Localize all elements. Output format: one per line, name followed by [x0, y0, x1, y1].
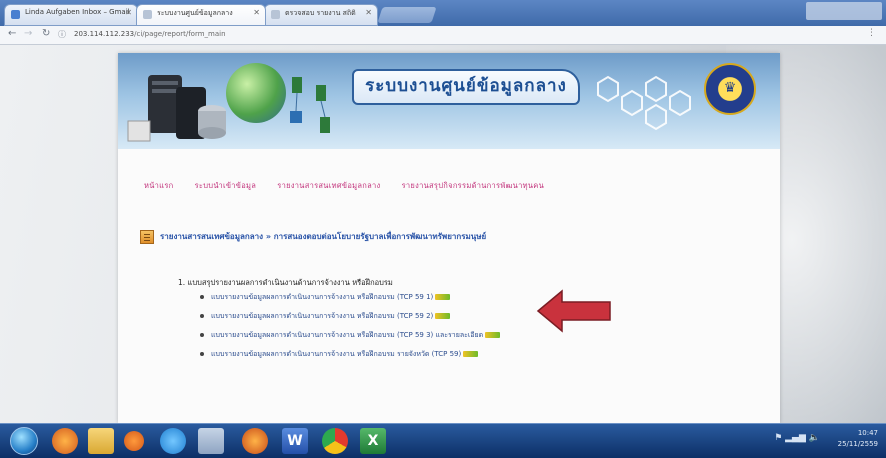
- clock[interactable]: 10:47 25/11/2559: [838, 428, 878, 454]
- browser-tab[interactable]: Linda Aufgaben Inbox – Gmail ✕: [4, 4, 138, 26]
- network-icon[interactable]: ▂▄▆: [785, 433, 806, 443]
- site-container: ระบบงานศูนย์ข้อมูลกลาง ♛ หน้าแรก ระบบนำเ…: [118, 53, 780, 423]
- nav-item-summary[interactable]: รายงานสรุปกิจกรรมด้านการพัฒนาทุนคน: [402, 180, 544, 192]
- chrome-icon[interactable]: [322, 428, 348, 454]
- list-item: แบบรายงานข้อมูลผลการดำเนินงานการจ้างงาน …: [200, 292, 500, 311]
- browser-tab-strip: Linda Aufgaben Inbox – Gmail ✕ ระบบงานศู…: [0, 0, 886, 26]
- taskbar: W X ⚑ ▂▄▆ 🔈 10:47 25/11/2559: [0, 423, 886, 458]
- bullet-icon: [200, 333, 204, 337]
- browser-tab-active[interactable]: ระบบงานศูนย์ข้อมูลกลาง ✕: [136, 4, 266, 26]
- excel-icon[interactable]: X: [360, 428, 386, 454]
- reload-icon[interactable]: ↻: [42, 28, 50, 39]
- browser-tab[interactable]: ตรวจสอบ รายงาน สถิติ ✕: [264, 4, 378, 26]
- media-icon[interactable]: [124, 431, 144, 451]
- report-link[interactable]: แบบรายงานข้อมูลผลการดำเนินงานการจ้างงาน …: [211, 331, 483, 339]
- new-badge-icon: [435, 294, 451, 300]
- tab-favicon-icon: [11, 10, 20, 19]
- bullet-icon: [200, 295, 204, 299]
- address-host: 203.114.112.233: [74, 30, 135, 38]
- start-button[interactable]: [10, 427, 38, 455]
- close-icon[interactable]: ✕: [253, 8, 260, 17]
- list-item: แบบรายงานข้อมูลผลการดำเนินงานการจ้างงาน …: [200, 349, 500, 368]
- nav-item-home[interactable]: หน้าแรก: [144, 180, 174, 192]
- report-title: รายงานสารสนเทศข้อมูลกลาง » การสนองตอบต่อ…: [140, 226, 486, 245]
- browser-menu-icon[interactable]: ⋮: [867, 28, 876, 38]
- server-stack-icon: [127, 75, 226, 142]
- banner-title: ระบบงานศูนย์ข้อมูลกลาง: [352, 69, 580, 105]
- section-heading: 1. แบบสรุปรายงานผลการดำเนินงานด้านการจ้า…: [178, 278, 393, 287]
- list-item: แบบรายงานข้อมูลผลการดำเนินงานการจ้างงาน …: [200, 311, 500, 330]
- nav-item-import[interactable]: ระบบนำเข้าข้อมูล: [195, 180, 257, 192]
- tab-favicon-icon: [143, 10, 152, 19]
- new-badge-icon: [463, 351, 479, 357]
- explorer-folder-icon[interactable]: [88, 428, 114, 454]
- clock-time: 10:47: [857, 429, 878, 437]
- report-link[interactable]: แบบรายงานข้อมูลผลการดำเนินงานการจ้างงาน …: [211, 312, 433, 320]
- back-icon[interactable]: ←: [8, 28, 16, 39]
- tab-label: ระบบงานศูนย์ข้อมูลกลาง: [157, 9, 233, 17]
- hexagon-pattern: [597, 75, 691, 131]
- new-tab-button[interactable]: [377, 7, 437, 23]
- site-banner: ระบบงานศูนย์ข้อมูลกลาง ♛: [118, 53, 780, 149]
- forward-icon[interactable]: →: [24, 28, 32, 39]
- browser-toolbar: ← → ↻ ⓘ 203.114.112.233/ci/page/report/f…: [0, 26, 886, 45]
- nav-item-reports[interactable]: รายงานสารสนเทศข้อมูลกลาง: [277, 180, 380, 192]
- new-badge-icon: [485, 332, 501, 338]
- firefox-icon[interactable]: [242, 428, 268, 454]
- close-icon[interactable]: ✕: [365, 8, 372, 17]
- firefox-icon[interactable]: [52, 428, 78, 454]
- bullet-icon: [200, 352, 204, 356]
- page-info-icon[interactable]: ⓘ: [58, 29, 66, 40]
- window-controls[interactable]: [806, 2, 882, 20]
- network-nodes-icon: [290, 77, 330, 133]
- site-nav: หน้าแรก ระบบนำเข้าข้อมูล รายงานสารสนเทศข…: [144, 173, 560, 192]
- skype-icon[interactable]: [160, 428, 186, 454]
- tab-favicon-icon: [271, 10, 280, 19]
- report-link[interactable]: แบบรายงานข้อมูลผลการดำเนินงานการจ้างงาน …: [211, 350, 461, 358]
- address-bar[interactable]: 203.114.112.233/ci/page/report/form_main: [74, 28, 774, 41]
- volume-icon[interactable]: 🔈: [809, 433, 820, 443]
- red-arrow-icon: [536, 289, 611, 333]
- report-document-icon: [140, 229, 154, 244]
- clock-date: 25/11/2559: [837, 440, 878, 448]
- system-tray: ⚑ ▂▄▆ 🔈: [774, 433, 820, 443]
- tab-label: ตรวจสอบ รายงาน สถิติ: [285, 9, 356, 17]
- address-path: /ci/page/report/form_main: [134, 30, 226, 38]
- new-badge-icon: [435, 313, 451, 319]
- report-list: แบบรายงานข้อมูลผลการดำเนินงานการจ้างงาน …: [200, 292, 501, 368]
- page-viewport: ระบบงานศูนย์ข้อมูลกลาง ♛ หน้าแรก ระบบนำเ…: [0, 45, 886, 423]
- flag-icon[interactable]: ⚑: [774, 433, 782, 443]
- calculator-icon[interactable]: [198, 428, 224, 454]
- bullet-icon: [200, 314, 204, 318]
- word-icon[interactable]: W: [282, 428, 308, 454]
- report-title-text: รายงานสารสนเทศข้อมูลกลาง » การสนองตอบต่อ…: [160, 232, 487, 241]
- list-item: แบบรายงานข้อมูลผลการดำเนินงานการจ้างงาน …: [200, 330, 501, 349]
- close-icon[interactable]: ✕: [125, 8, 132, 17]
- report-link[interactable]: แบบรายงานข้อมูลผลการดำเนินงานการจ้างงาน …: [211, 293, 433, 301]
- globe-icon: [226, 63, 286, 123]
- organization-seal-logo: ♛: [704, 63, 756, 115]
- tab-label: Linda Aufgaben Inbox – Gmail: [25, 8, 130, 16]
